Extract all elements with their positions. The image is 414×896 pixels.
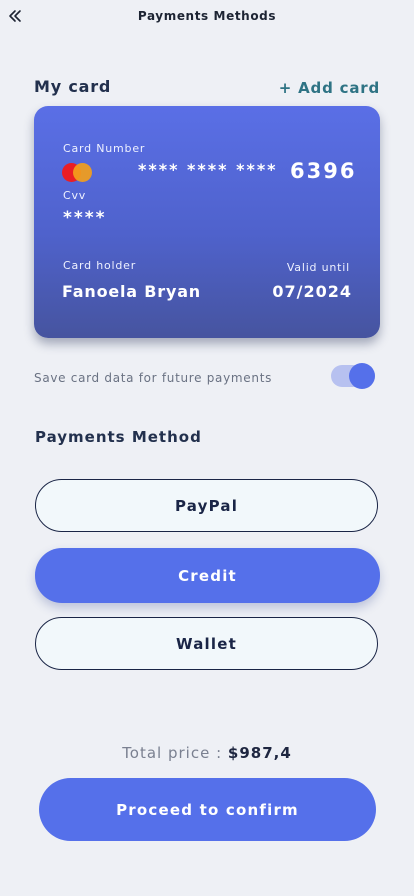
add-card-link[interactable]: + Add card xyxy=(279,79,380,97)
save-card-label: Save card data for future payments xyxy=(34,371,273,385)
card-number-label: Card Number xyxy=(63,142,146,155)
proceed-to-confirm-button[interactable]: Proceed to confirm xyxy=(39,778,376,841)
card-number-last4: 6396 xyxy=(290,159,357,183)
wallet-option-button[interactable]: Wallet xyxy=(35,617,378,670)
cvv-value: **** xyxy=(63,208,107,228)
save-card-toggle[interactable] xyxy=(331,363,375,389)
credit-option-button[interactable]: Credit xyxy=(35,548,380,603)
my-card-heading: My card xyxy=(34,77,112,96)
payments-method-heading: Payments Method xyxy=(35,428,202,446)
toggle-knob xyxy=(349,363,375,389)
valid-until-date: 07/2024 xyxy=(272,282,352,301)
credit-card[interactable]: Card Number **** **** **** 6396 Cvv ****… xyxy=(34,106,380,338)
paypal-option-button[interactable]: PayPal xyxy=(35,479,378,532)
mastercard-icon xyxy=(62,163,92,182)
page-title: Payments Methods xyxy=(137,9,277,23)
card-holder-label: Card holder xyxy=(63,259,137,272)
valid-until-label: Valid until xyxy=(286,261,350,274)
total-price-label: Total price : xyxy=(122,744,228,762)
card-holder-name: Fanoela Bryan xyxy=(62,282,201,301)
total-price-row: Total price : $987,4 xyxy=(0,744,414,762)
card-number-mask: **** **** **** xyxy=(138,160,278,179)
total-price-value: $987,4 xyxy=(227,744,292,762)
cvv-label: Cvv xyxy=(63,189,87,202)
